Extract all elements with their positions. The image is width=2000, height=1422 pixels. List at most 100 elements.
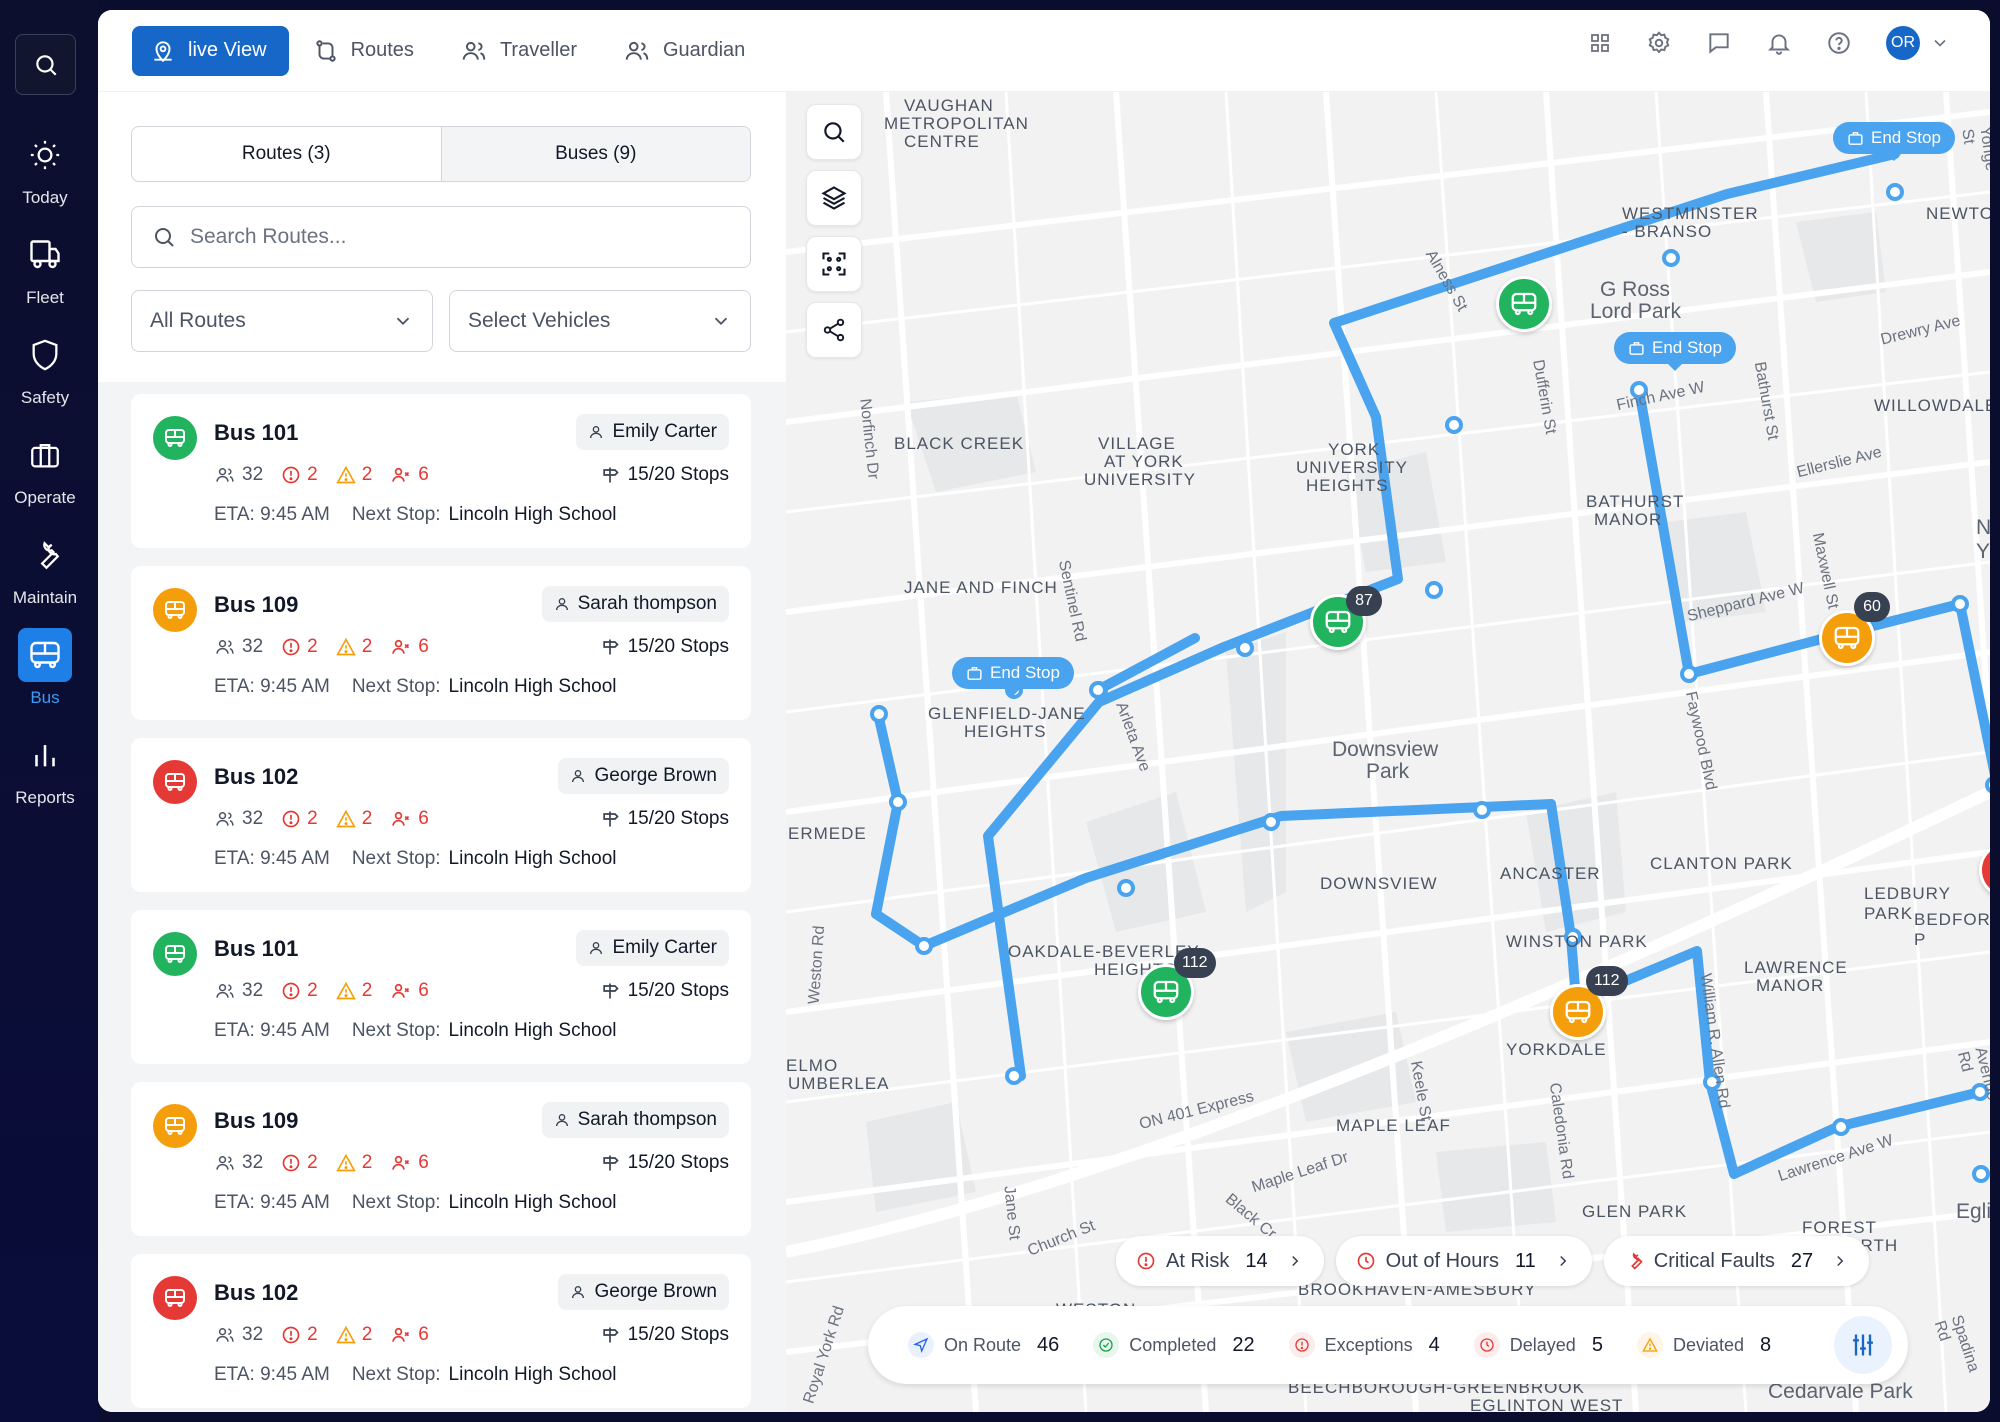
driver-name: Emily Carter [612,937,717,958]
clock-icon [1357,1252,1374,1270]
warning-icon [335,809,356,828]
bus-badge: 87 [1346,586,1382,616]
driver-badge: George Brown [558,758,729,794]
bus-badge: 112 [1174,948,1216,978]
bus-icon [1153,980,1179,1004]
rail-item-reports[interactable]: Reports [0,728,90,808]
warning-icon [1636,1332,1663,1358]
bus-card[interactable]: Bus 101 Emily Carter 32 2 2 6 15/20 Stop… [131,910,751,1064]
chip-label: Out of Hours [1385,1249,1499,1272]
bus-icon [1325,610,1351,634]
help-icon[interactable] [1826,30,1852,56]
status-label: On Route [944,1334,1022,1355]
alert-count: 2 [281,1152,318,1174]
bell-icon[interactable] [1766,30,1792,56]
tab-live-view[interactable]: live View [132,25,289,76]
warning-count: 2 [335,464,372,486]
status-completed[interactable]: Completed 22 [1093,1332,1255,1358]
place-label: WILLOWDALE [1874,396,1990,415]
end-stop-marker[interactable]: End Stop [1833,122,1955,161]
bus-marker[interactable] [1496,276,1552,332]
tab-routes-count[interactable]: Routes (3) [132,127,441,181]
vehicles-dropdown[interactable]: Select Vehicles [449,290,751,352]
tab-buses-count[interactable]: Buses (9) [440,127,750,181]
chip-out-of-hours[interactable]: Out of Hours 11 [1335,1236,1592,1286]
search-input[interactable] [190,225,710,249]
status-delayed[interactable]: Delayed 5 [1473,1332,1603,1358]
search-icon[interactable] [15,34,76,95]
end-stop-marker[interactable]: End Stop [952,657,1074,696]
users-icon [216,984,234,998]
stops-progress: 15/20 Stops [600,1152,729,1174]
briefcase-icon [18,428,72,482]
eta-row: ETA: 9:45 AM Next Stop: Lincoln High Schoo… [214,1020,617,1041]
status-count: 5 [1591,1333,1603,1356]
place-label: BLACK CREEK [894,434,1025,453]
signpost-icon [602,1155,619,1171]
place-label: BEDFORD P [1914,910,1990,949]
place-label: METROPOLITAN [884,114,1029,133]
map-fit-button[interactable] [806,236,862,292]
status-on-route[interactable]: On Route 46 [908,1332,1059,1358]
place-label: EGLINTON WEST [1470,1396,1624,1412]
place-label: Park [1366,760,1410,783]
truck-icon [18,228,72,282]
place-label: Lord Park [1590,300,1682,323]
grid-icon[interactable] [1588,31,1612,55]
status-exceptions[interactable]: Exceptions 4 [1288,1332,1440,1358]
chip-count: 27 [1790,1249,1814,1272]
rail-label: Operate [14,488,76,507]
rail-item-safety[interactable]: Safety [0,328,90,408]
bus-card[interactable]: Bus 102 George Brown 32 2 2 6 15/20 Stop… [131,1254,751,1408]
bus-card[interactable]: Bus 109 Sarah thompson 32 2 2 6 15/20 St… [131,566,751,720]
user-x-icon [392,811,410,826]
gear-icon[interactable] [1646,30,1672,56]
bus-card[interactable]: Bus 109 Sarah thompson 32 2 2 6 15/20 St… [131,1082,751,1236]
routes-dropdown[interactable]: All Routes [131,290,433,352]
filter-settings-button[interactable] [1834,1316,1892,1374]
search-icon [155,228,174,247]
panel-tabs: Routes (3) Buses (9) [131,126,751,182]
map-search-button[interactable] [806,104,862,160]
rail-item-today[interactable]: Today [0,128,90,208]
user-menu[interactable]: OR [1886,26,1950,60]
driver-badge: Emily Carter [576,930,729,966]
user-x-icon [392,983,410,998]
clock-icon [1473,1332,1500,1358]
chip-critical-faults[interactable]: Critical Faults 27 [1603,1236,1870,1286]
tab-guardian[interactable]: Guardian [605,26,767,76]
bus-card[interactable]: Bus 101 Emily Carter 32 2 2 6 15/20 Stop… [131,394,751,548]
tab-label: live View [188,39,267,61]
status-count: 8 [1760,1333,1772,1356]
bus-status-icon [153,932,197,976]
rail-label: Today [22,188,68,207]
search-routes[interactable] [131,206,751,268]
status-label: Deviated [1672,1334,1744,1355]
chevron-right-icon [1837,1255,1844,1267]
bus-card[interactable]: Bus 102 George Brown 32 2 2 6 15/20 Stop… [131,738,751,892]
place-label: UNIVERSITY [1296,458,1409,477]
chat-icon[interactable] [1706,30,1732,56]
passenger-count: 32 [214,464,263,486]
rail-item-fleet[interactable]: Fleet [0,228,90,308]
chip-at-risk[interactable]: At Risk 14 [1116,1236,1324,1286]
rail-item-bus[interactable]: Bus [0,628,90,708]
alert-count: 2 [281,636,318,658]
place-label: VAUGHAN [904,96,994,115]
end-stop-marker[interactable]: End Stop [1614,332,1736,371]
map-share-button[interactable] [806,302,862,358]
map-view[interactable]: VAUGHAN METROPOLITAN CENTRE WESTMINSTER … [786,92,1990,1412]
rail-item-operate[interactable]: Operate [0,428,90,508]
bar-chart-icon [18,728,72,782]
rail-item-maintain[interactable]: Maintain [0,528,90,608]
map-layers-button[interactable] [806,170,862,226]
tab-traveller[interactable]: Traveller [442,26,599,76]
status-deviated[interactable]: Deviated 8 [1636,1332,1772,1358]
bus-name: Bus 101 [214,420,299,445]
main-window: live View Routes Traveller Guardian OR R… [98,10,1990,1412]
status-count: 46 [1037,1333,1060,1356]
tab-routes[interactable]: Routes [295,26,436,76]
driver-name: Emily Carter [612,421,717,442]
bus-name: Bus 109 [214,592,299,617]
place-label: HEIGHTS [1306,476,1389,495]
